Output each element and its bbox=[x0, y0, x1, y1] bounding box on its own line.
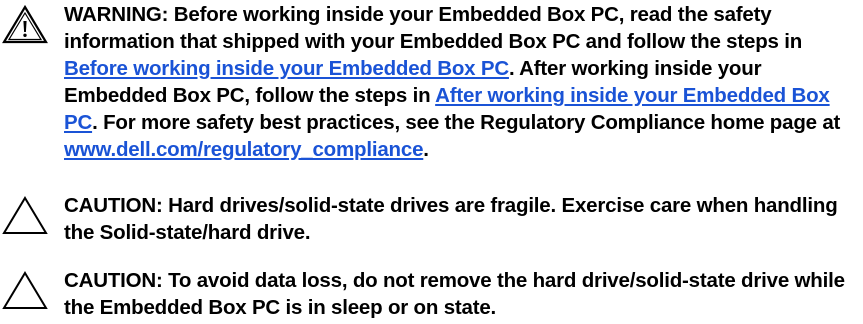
warning-suffix: . bbox=[423, 138, 429, 161]
caution-triangle-icon bbox=[2, 196, 48, 234]
safety-notices: WARNING: Before working inside your Embe… bbox=[0, 0, 863, 324]
warning-triangle-icon bbox=[2, 4, 48, 44]
caution-text-data-loss: CAUTION: To avoid data loss, do not remo… bbox=[64, 269, 845, 319]
caution-triangle-icon bbox=[2, 271, 48, 309]
warning-text: WARNING: Before working inside your Embe… bbox=[64, 1, 859, 163]
caution-text-fragile: CAUTION: Hard drives/solid-state drives … bbox=[64, 194, 838, 244]
warning-mid2: . For more safety best practices, see th… bbox=[92, 111, 841, 134]
regulatory-compliance-link[interactable]: www.dell.com/regulatory_compliance bbox=[64, 138, 423, 161]
warning-prefix: WARNING: Before working inside your Embe… bbox=[64, 3, 803, 53]
before-working-inside-link[interactable]: Before working inside your Embedded Box … bbox=[64, 57, 509, 80]
